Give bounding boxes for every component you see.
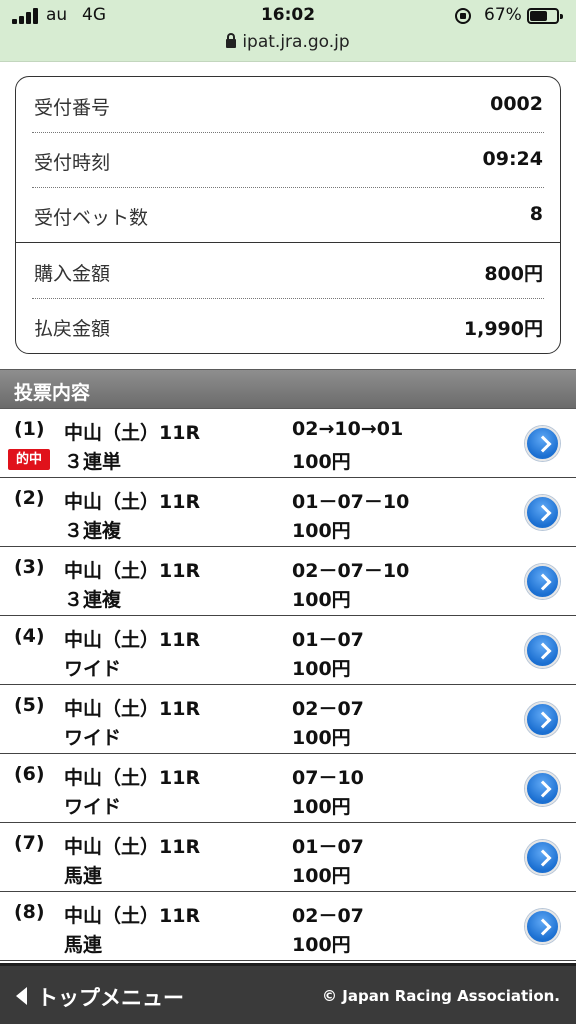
- bet-combination: 02－07: [292, 698, 364, 720]
- summary-value: 1,990円: [463, 318, 543, 340]
- bet-race: 中山（土）11R: [64, 698, 201, 720]
- bet-combination: 02→10→01: [292, 418, 404, 440]
- chevron-right-icon[interactable]: [525, 633, 560, 668]
- bet-index: (3): [14, 556, 45, 578]
- top-menu-link[interactable]: トップメニュー: [37, 982, 184, 1012]
- summary-value: 800円: [484, 263, 543, 285]
- summary-value: 09:24: [482, 148, 543, 170]
- chevron-right-icon[interactable]: [525, 909, 560, 944]
- bet-amount: 100円: [292, 796, 351, 818]
- bet-index: (8): [14, 901, 45, 923]
- bet-race: 中山（土）11R: [64, 560, 201, 582]
- bet-row[interactable]: (7) 中山（土）11R 馬連 01－07 100円: [0, 823, 576, 892]
- bet-amount: 100円: [292, 934, 351, 956]
- bet-amount: 100円: [292, 865, 351, 887]
- summary-row-receipt-number: 受付番号 0002: [16, 77, 559, 132]
- chevron-right-icon[interactable]: [525, 426, 560, 461]
- battery-percent: 67%: [484, 5, 522, 25]
- chevron-right-icon[interactable]: [525, 702, 560, 737]
- back-arrow-icon[interactable]: [16, 987, 27, 1005]
- bet-type: ワイド: [64, 658, 122, 680]
- summary-row-bet-count: 受付ベット数 8: [16, 187, 559, 242]
- copyright-text: © Japan Racing Association.: [322, 987, 560, 1005]
- summary-label: 受付番号: [34, 97, 111, 119]
- footer-bar: トップメニュー © Japan Racing Association.: [0, 963, 576, 1024]
- bet-row[interactable]: (6) 中山（土）11R ワイド 07－10 100円: [0, 754, 576, 823]
- rotation-lock-icon: [455, 8, 471, 24]
- battery-icon: [527, 8, 563, 24]
- bet-type: 馬連: [64, 865, 103, 887]
- bet-index: (1): [14, 418, 45, 440]
- summary-label: 受付時刻: [34, 152, 111, 174]
- bet-amount: 100円: [292, 589, 351, 611]
- summary-row-purchase-amount: 購入金額 800円: [16, 243, 559, 298]
- summary-value: 8: [529, 203, 543, 225]
- bet-row[interactable]: (3) 中山（土）11R ３連複 02－07－10 100円: [0, 547, 576, 616]
- bet-row[interactable]: (1) 的中 中山（土）11R ３連単 02→10→01 100円: [0, 409, 576, 478]
- padlock-icon: [226, 33, 237, 48]
- bet-race: 中山（土）11R: [64, 422, 201, 444]
- bet-index: (4): [14, 625, 45, 647]
- bet-combination: 02－07－10: [292, 560, 410, 582]
- bet-race: 中山（土）11R: [64, 491, 201, 513]
- bet-combination: 01－07－10: [292, 491, 410, 513]
- bet-index: (6): [14, 763, 45, 785]
- bet-type: 馬連: [64, 934, 103, 956]
- bet-amount: 100円: [292, 451, 351, 473]
- summary-row-receipt-time: 受付時刻 09:24: [16, 132, 559, 187]
- bet-row[interactable]: (4) 中山（土）11R ワイド 01－07 100円: [0, 616, 576, 685]
- bet-combination: 02－07: [292, 905, 364, 927]
- status-bar: au 4G 16:02 67%: [0, 0, 576, 32]
- bet-type: ワイド: [64, 796, 122, 818]
- summary-row-payout-amount: 払戻金額 1,990円: [16, 298, 559, 353]
- bet-row[interactable]: (8) 中山（土）11R 馬連 02－07 100円: [0, 892, 576, 961]
- summary-value: 0002: [490, 93, 543, 115]
- summary-label: 受付ベット数: [34, 207, 149, 229]
- bet-type: ３連単: [64, 451, 122, 473]
- bet-amount: 100円: [292, 658, 351, 680]
- summary-label: 払戻金額: [34, 318, 111, 340]
- summary-label: 購入金額: [34, 263, 111, 285]
- bet-index: (7): [14, 832, 45, 854]
- bet-row[interactable]: (5) 中山（土）11R ワイド 02－07 100円: [0, 685, 576, 754]
- browser-chrome: au 4G 16:02 67% ipat.jra.go.jp: [0, 0, 576, 62]
- address-bar[interactable]: ipat.jra.go.jp: [0, 32, 576, 58]
- url-domain: ipat.jra.go.jp: [242, 32, 350, 52]
- bet-type: ワイド: [64, 727, 122, 749]
- bet-race: 中山（土）11R: [64, 905, 201, 927]
- bet-index: (2): [14, 487, 45, 509]
- bet-combination: 01－07: [292, 629, 364, 651]
- bet-combination: 01－07: [292, 836, 364, 858]
- section-title: 投票内容: [14, 382, 91, 404]
- chevron-right-icon[interactable]: [525, 840, 560, 875]
- hit-badge: 的中: [8, 449, 50, 470]
- bet-type: ３連複: [64, 520, 122, 542]
- bet-race: 中山（土）11R: [64, 836, 201, 858]
- bet-type: ３連複: [64, 589, 122, 611]
- receipt-summary-card: 受付番号 0002 受付時刻 09:24 受付ベット数 8 購入金額 800円 …: [15, 76, 561, 354]
- chevron-right-icon[interactable]: [525, 495, 560, 530]
- bet-amount: 100円: [292, 727, 351, 749]
- bet-amount: 100円: [292, 520, 351, 542]
- bet-race: 中山（土）11R: [64, 767, 201, 789]
- chevron-right-icon[interactable]: [525, 564, 560, 599]
- section-header-bet-details: 投票内容: [0, 369, 576, 409]
- bet-index: (5): [14, 694, 45, 716]
- bet-combination: 07－10: [292, 767, 364, 789]
- bet-row[interactable]: (2) 中山（土）11R ３連複 01－07－10 100円: [0, 478, 576, 547]
- chevron-right-icon[interactable]: [525, 771, 560, 806]
- bet-race: 中山（土）11R: [64, 629, 201, 651]
